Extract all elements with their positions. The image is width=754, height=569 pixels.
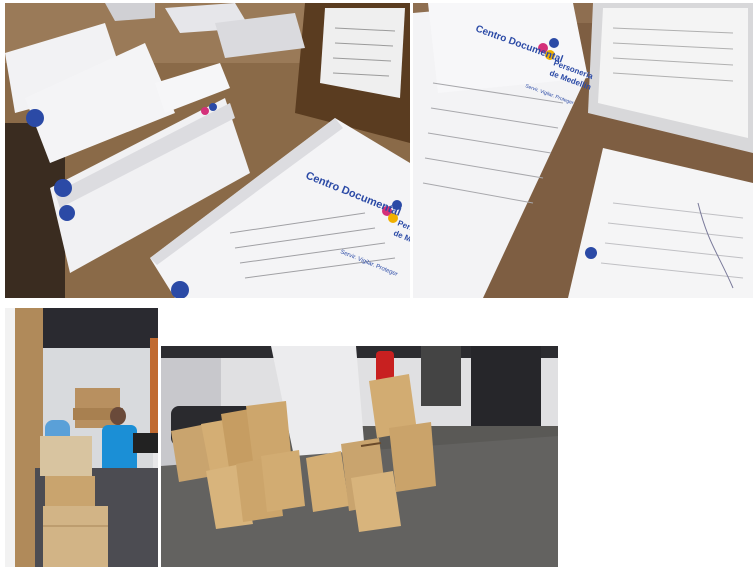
photo-label-closeup: Centro Documental Personería de Medellín… [413,3,753,298]
photo-boxes-room [161,346,558,567]
office-corridor-scene [5,308,158,567]
photo-folders-on-desk: Centro Documental Personería de Medellín… [5,3,410,298]
folders-desk-scene: Centro Documental Personería de Medellín… [5,3,410,298]
label-closeup-scene: Centro Documental Personería de Medellín… [413,3,753,298]
boxes-room-scene [161,346,558,567]
photo-office-corridor [5,308,158,567]
